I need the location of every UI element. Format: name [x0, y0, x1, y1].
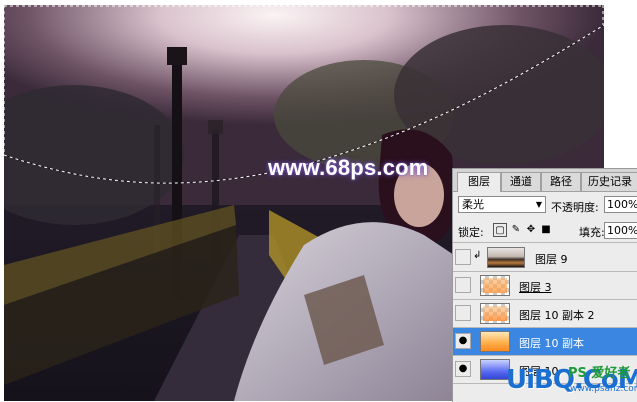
visibility-toggle[interactable] [455, 277, 471, 293]
tab-paths[interactable]: 路径 [541, 172, 581, 191]
tab-history[interactable]: 历史记录 [581, 172, 637, 191]
visibility-toggle[interactable] [455, 305, 471, 321]
layer-name: 图层 9 [535, 253, 568, 266]
layer-name: 图层 10 副本 [519, 337, 584, 350]
lock-all-icon[interactable]: ■ [539, 223, 553, 237]
site-logo-badge: UiBQ.CoM PS 爱好者 www.psahz.com [506, 362, 637, 401]
lock-move-icon[interactable]: ✥ [524, 223, 538, 237]
layer-row[interactable]: ↲ 图层 9 [453, 244, 637, 272]
blend-mode-select[interactable]: 柔光 ▼ [458, 196, 546, 213]
layer-thumbnail [480, 331, 510, 352]
layer-row-selected[interactable]: ● 图层 10 副本 [453, 328, 637, 356]
badge-chinese-text: PS 爱好者 [568, 366, 631, 381]
eye-icon[interactable]: ● [455, 333, 471, 349]
tab-layers[interactable]: 图层 [457, 172, 501, 192]
layer-thumbnail [480, 303, 510, 324]
blend-mode-value: 柔光 [462, 198, 484, 211]
lock-label: 锁定: [458, 226, 484, 239]
layer-thumbnail [487, 247, 525, 268]
clipping-arrow-icon: ↲ [473, 250, 482, 261]
eye-icon[interactable]: ● [455, 361, 471, 377]
opacity-input[interactable]: 100% [604, 196, 637, 213]
fill-input[interactable]: 100% [604, 222, 637, 239]
lock-row: 锁定: ▢ ✎ ✥ ■ 填充: 100% [453, 220, 637, 243]
tab-channels[interactable]: 通道 [501, 172, 541, 191]
chevron-down-icon: ▼ [535, 200, 542, 209]
layer-thumbnail [480, 275, 510, 296]
lock-transparency-icon[interactable]: ▢ [493, 223, 507, 237]
panel-tabs: 图层 通道 路径 历史记录 [453, 169, 637, 192]
blend-row: 柔光 ▼ 不透明度: 100% [453, 193, 637, 217]
layer-row[interactable]: 图层 3 [453, 272, 637, 300]
watermark-text: www.68ps.com [268, 155, 429, 180]
layer-row[interactable]: 图层 10 副本 2 [453, 300, 637, 328]
layer-name: 图层 3 [519, 281, 552, 294]
opacity-label: 不透明度: [551, 201, 599, 214]
badge-url-text: www.psahz.com [570, 384, 637, 394]
lock-brush-icon[interactable]: ✎ [509, 223, 523, 237]
fill-label: 填充: [579, 226, 605, 239]
layer-name: 图层 10 副本 2 [519, 309, 595, 322]
visibility-toggle[interactable] [455, 249, 471, 265]
